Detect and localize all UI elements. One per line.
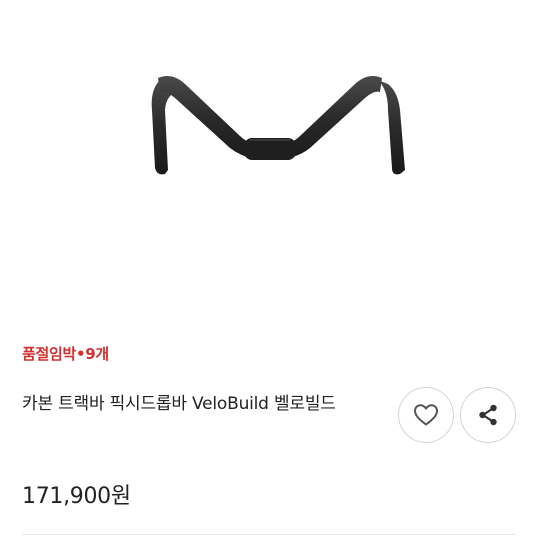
like-button[interactable]	[398, 387, 454, 443]
handlebar-clamp	[244, 138, 296, 160]
share-icon	[479, 404, 497, 426]
stock-status-label: 품절임박•9개	[22, 345, 109, 363]
product-title: 카본 트랙바 픽시드롭바 VeloBuild 벨로빌드	[22, 394, 336, 414]
product-image[interactable]	[0, 0, 538, 320]
divider	[22, 534, 516, 535]
product-price: 171,900원	[22, 484, 131, 509]
share-button[interactable]	[460, 387, 516, 443]
handlebar-illustration	[151, 76, 405, 175]
handlebar-right-drop	[378, 80, 405, 175]
heart-outline-icon	[414, 404, 438, 426]
